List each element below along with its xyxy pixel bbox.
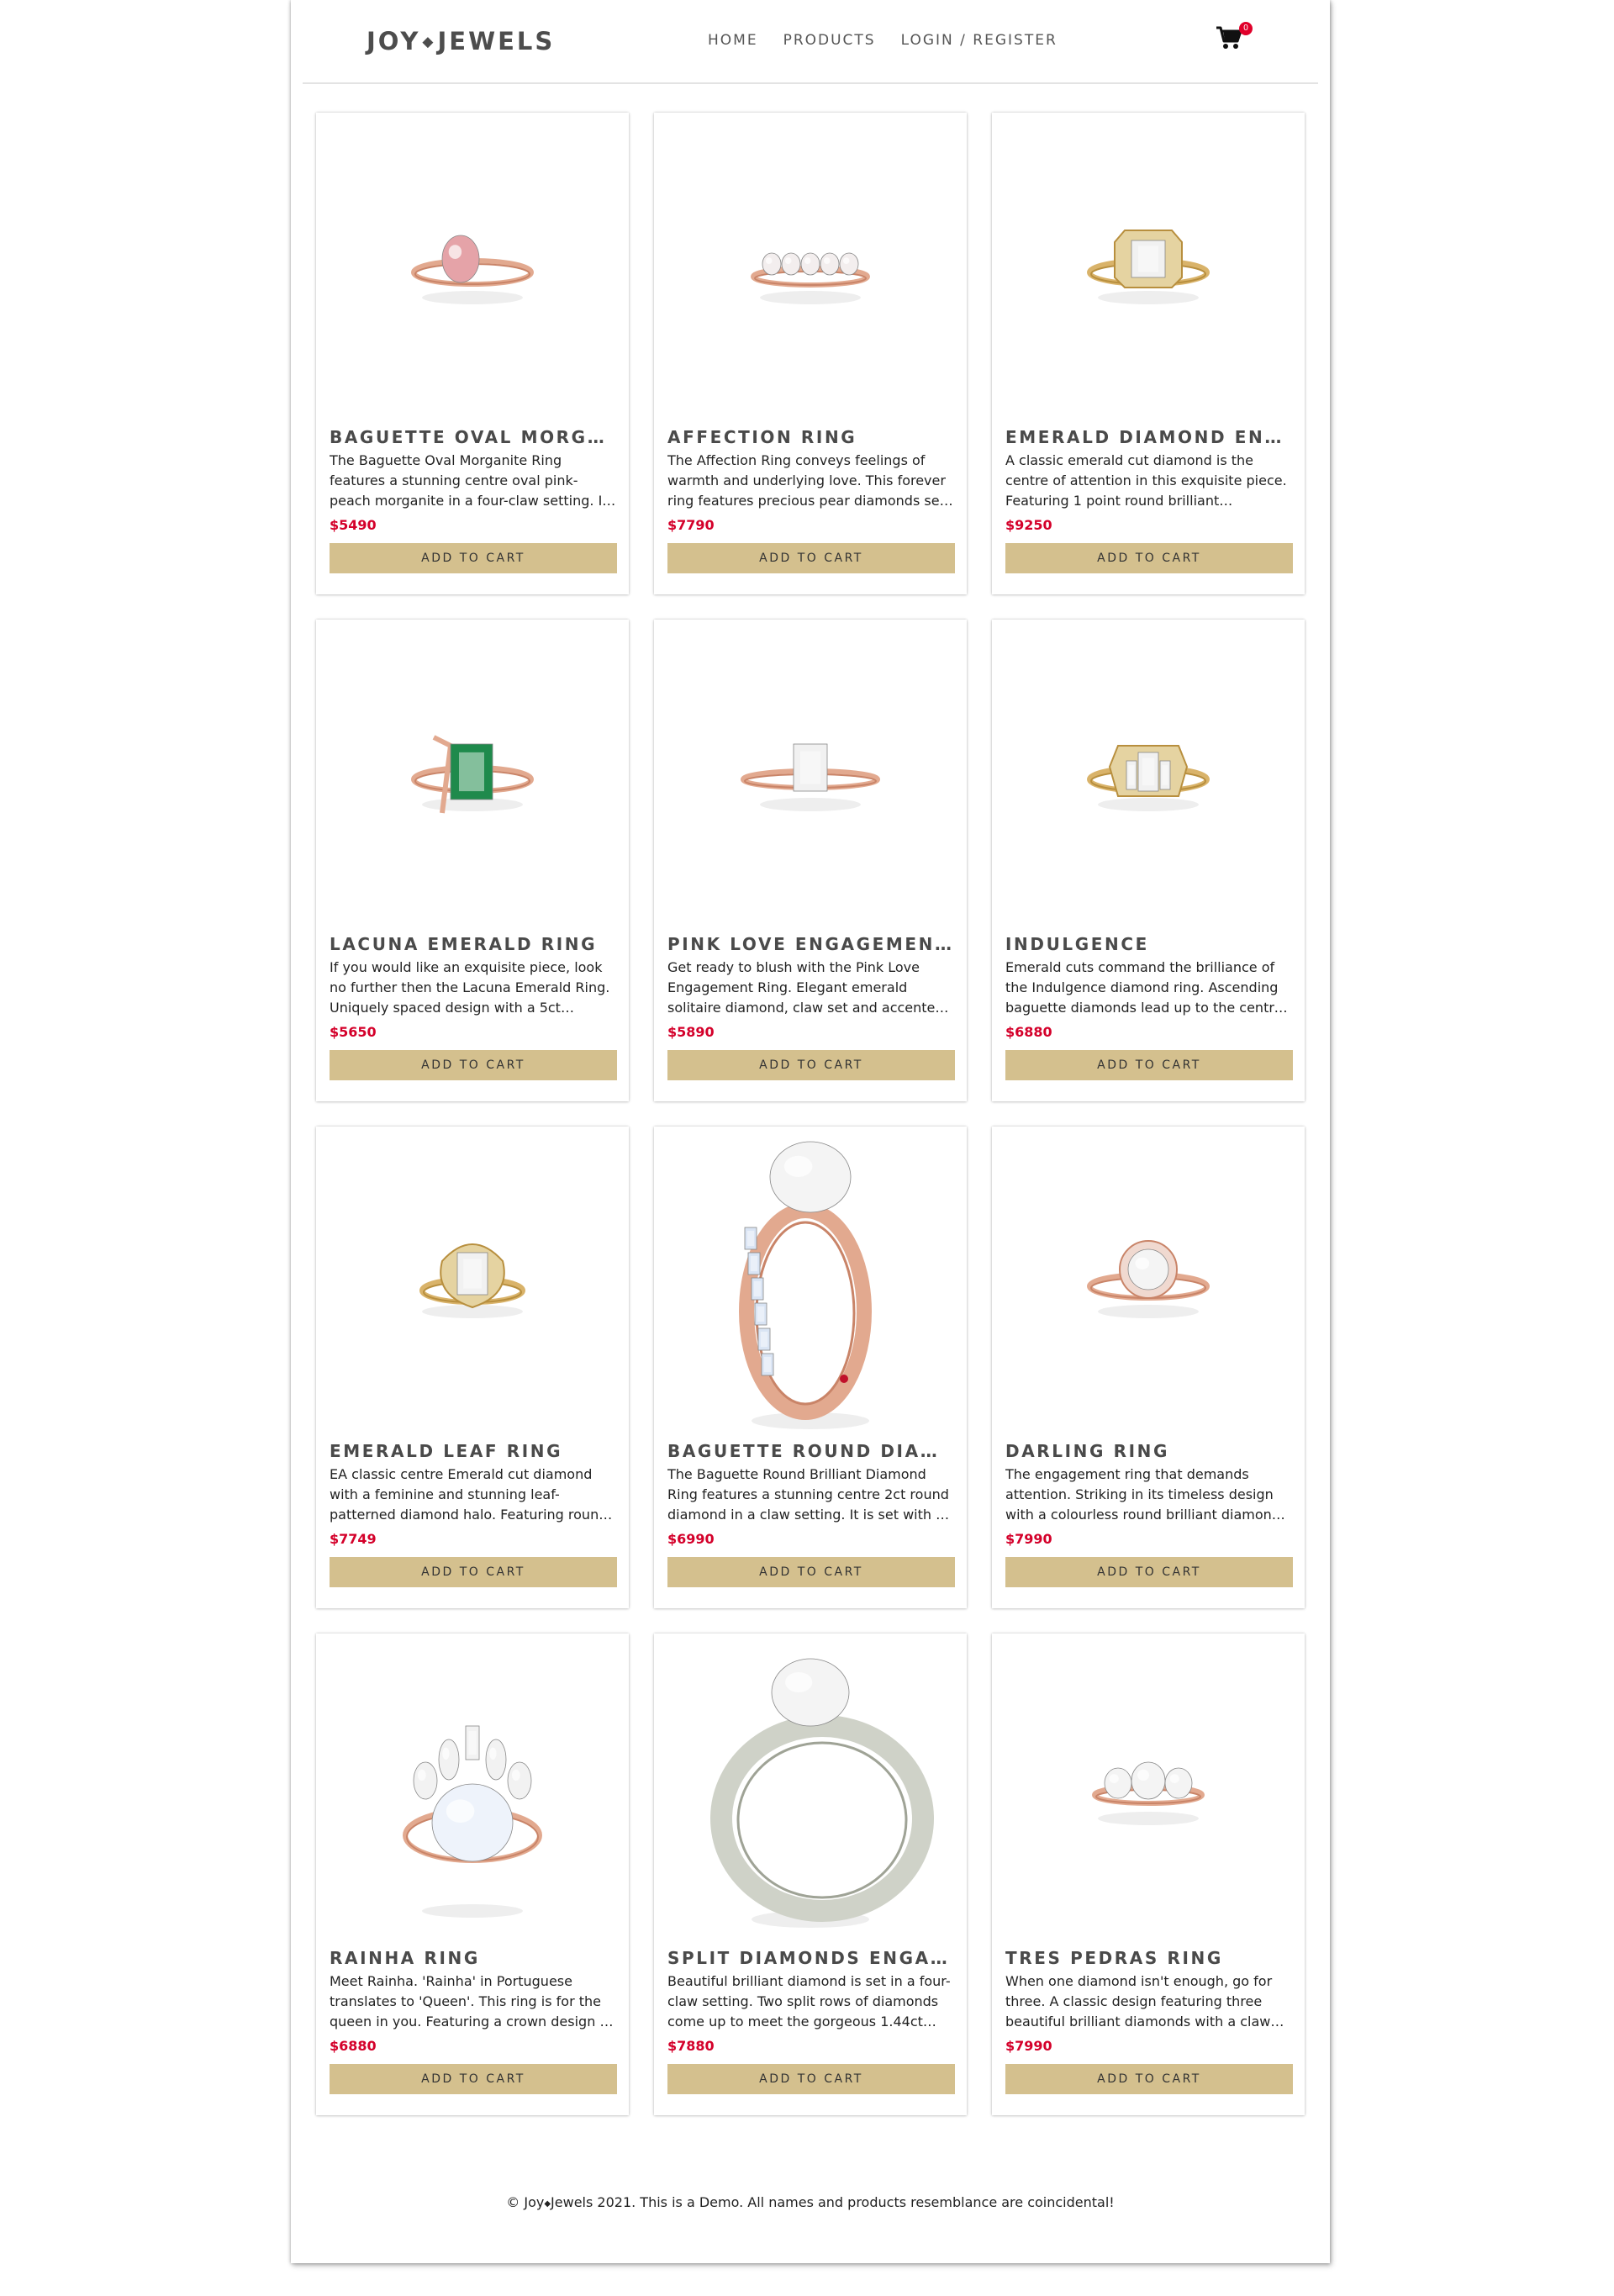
page-container: JOY ◆JEWELS HOME PRODUCTS LOGIN / REGISTE…	[291, 0, 1330, 2263]
cart-count-badge: 0	[1239, 22, 1253, 35]
product-title[interactable]: DARLING RING	[1005, 1441, 1293, 1461]
product-price: $9250	[1005, 517, 1052, 533]
product-image[interactable]	[654, 113, 967, 415]
logo-diamond-icon: ◆	[422, 34, 436, 50]
product-title[interactable]: INDULGENCE	[1005, 934, 1293, 954]
product-title[interactable]: LACUNA EMERALD RING	[330, 934, 617, 954]
product-description: The engagement ring that demands attenti…	[1005, 1466, 1280, 1523]
product-title[interactable]: BAGUETTE ROUND DIAMOND RING	[667, 1441, 955, 1461]
product-title[interactable]: PINK LOVE ENGAGEMENT RING	[667, 934, 955, 954]
product-title[interactable]: SPLIT DIAMONDS ENGAGEMENT RING	[667, 1948, 955, 1968]
add-to-cart-button[interactable]: ADD TO CART	[330, 1050, 617, 1080]
add-to-cart-button[interactable]: ADD TO CART	[667, 1050, 955, 1080]
product-card[interactable]: AFFECTION RING The Affection Ring convey…	[654, 113, 967, 594]
product-title[interactable]: TRES PEDRAS RING	[1005, 1948, 1293, 1968]
product-card[interactable]: INDULGENCE Emerald cuts command the bril…	[992, 620, 1305, 1101]
product-card[interactable]: BAGUETTE OVAL MORGANITE RING The Baguett…	[316, 113, 629, 594]
product-image[interactable]	[316, 1634, 629, 1936]
add-to-cart-button[interactable]: ADD TO CART	[1005, 2064, 1293, 2094]
footer-text-start: © Joy	[506, 2194, 545, 2210]
product-card[interactable]: LACUNA EMERALD RING If you would like an…	[316, 620, 629, 1101]
product-image[interactable]	[992, 113, 1305, 415]
product-description: Emerald cuts command the brilliance of t…	[1005, 959, 1283, 1016]
product-description: The Affection Ring conveys feelings of w…	[667, 452, 946, 509]
product-price: $7749	[330, 1531, 377, 1547]
nav-home-link[interactable]: HOME	[708, 32, 758, 49]
add-to-cart-button[interactable]: ADD TO CART	[330, 543, 617, 573]
product-card[interactable]: DARLING RING The engagement ring that de…	[992, 1127, 1305, 1608]
product-image[interactable]	[992, 1127, 1305, 1429]
product-card[interactable]: SPLIT DIAMONDS ENGAGEMENT RING Beautiful…	[654, 1634, 967, 2115]
product-description: Meet Rainha. 'Rainha' in Portuguese tran…	[330, 1973, 613, 2029]
product-price: $7790	[667, 517, 715, 533]
product-title[interactable]: AFFECTION RING	[667, 427, 955, 447]
product-card[interactable]: TRES PEDRAS RING When one diamond isn't …	[992, 1634, 1305, 2115]
product-image[interactable]	[316, 620, 629, 922]
footer-text-end: Jewels 2021. This is a Demo. All names a…	[551, 2194, 1115, 2210]
add-to-cart-button[interactable]: ADD TO CART	[1005, 1557, 1293, 1587]
product-description: Get ready to blush with the Pink Love En…	[667, 959, 944, 1016]
add-to-cart-button[interactable]: ADD TO CART	[330, 1557, 617, 1587]
product-image[interactable]	[316, 113, 629, 415]
product-description: The Baguette Oval Morganite Ring feature…	[330, 452, 608, 509]
product-card[interactable]: PINK LOVE ENGAGEMENT RING Get ready to b…	[654, 620, 967, 1101]
product-grid: BAGUETTE OVAL MORGANITE RING The Baguett…	[316, 113, 1305, 2115]
product-image[interactable]	[992, 620, 1305, 922]
product-price: $7990	[1005, 1531, 1052, 1547]
product-title[interactable]: RAINHA RING	[330, 1948, 617, 1968]
logo-text-left: JOY	[367, 27, 421, 55]
logo-text-right: JEWELS	[437, 27, 556, 55]
add-to-cart-button[interactable]: ADD TO CART	[667, 2064, 955, 2094]
product-card[interactable]: EMERALD LEAF RING EA classic centre Emer…	[316, 1127, 629, 1608]
add-to-cart-button[interactable]: ADD TO CART	[1005, 1050, 1293, 1080]
main-nav: HOME PRODUCTS LOGIN / REGISTER	[708, 32, 1058, 49]
site-footer: © Joy◆Jewels 2021. This is a Demo. All n…	[291, 2194, 1330, 2210]
product-image[interactable]	[992, 1634, 1305, 1936]
product-card[interactable]: BAGUETTE ROUND DIAMOND RING The Baguette…	[654, 1127, 967, 1608]
product-price: $6880	[330, 2038, 377, 2054]
product-description: When one diamond isn't enough, go for th…	[1005, 1973, 1273, 2029]
product-image[interactable]	[654, 1634, 967, 1936]
product-image[interactable]	[654, 1127, 967, 1429]
product-description: Beautiful brilliant diamond is set in a …	[667, 1973, 951, 2029]
product-title[interactable]: BAGUETTE OVAL MORGANITE RING	[330, 427, 617, 447]
product-image[interactable]	[316, 1127, 629, 1429]
product-description: The Baguette Round Brilliant Diamond Rin…	[667, 1466, 949, 1523]
add-to-cart-button[interactable]: ADD TO CART	[330, 2064, 617, 2094]
product-description: EA classic centre Emerald cut diamond wi…	[330, 1466, 608, 1523]
nav-login-register-link[interactable]: LOGIN / REGISTER	[901, 32, 1058, 49]
product-price: $5650	[330, 1024, 377, 1040]
add-to-cart-button[interactable]: ADD TO CART	[667, 543, 955, 573]
product-card[interactable]: RAINHA RING Meet Rainha. 'Rainha' in Por…	[316, 1634, 629, 2115]
product-price: $5490	[330, 517, 377, 533]
site-logo[interactable]: JOY ◆JEWELS	[367, 27, 555, 55]
nav-products-link[interactable]: PRODUCTS	[783, 32, 876, 49]
product-image[interactable]	[654, 620, 967, 922]
product-description: A classic emerald cut diamond is the cen…	[1005, 452, 1287, 509]
product-price: $6880	[1005, 1024, 1052, 1040]
footer-diamond-icon: ◆	[544, 2199, 551, 2209]
product-price: $7990	[1005, 2038, 1052, 2054]
site-header: JOY ◆JEWELS HOME PRODUCTS LOGIN / REGISTE…	[303, 0, 1318, 84]
product-price: $6990	[667, 1531, 715, 1547]
product-price: $7880	[667, 2038, 715, 2054]
product-price: $5890	[667, 1024, 715, 1040]
product-description: If you would like an exquisite piece, lo…	[330, 959, 610, 1016]
add-to-cart-button[interactable]: ADD TO CART	[1005, 543, 1293, 573]
product-card[interactable]: EMERALD DIAMOND ENGAGEMENT RING A classi…	[992, 113, 1305, 594]
add-to-cart-button[interactable]: ADD TO CART	[667, 1557, 955, 1587]
product-title[interactable]: EMERALD DIAMOND ENGAGEMENT RING	[1005, 427, 1293, 447]
product-title[interactable]: EMERALD LEAF RING	[330, 1441, 617, 1461]
